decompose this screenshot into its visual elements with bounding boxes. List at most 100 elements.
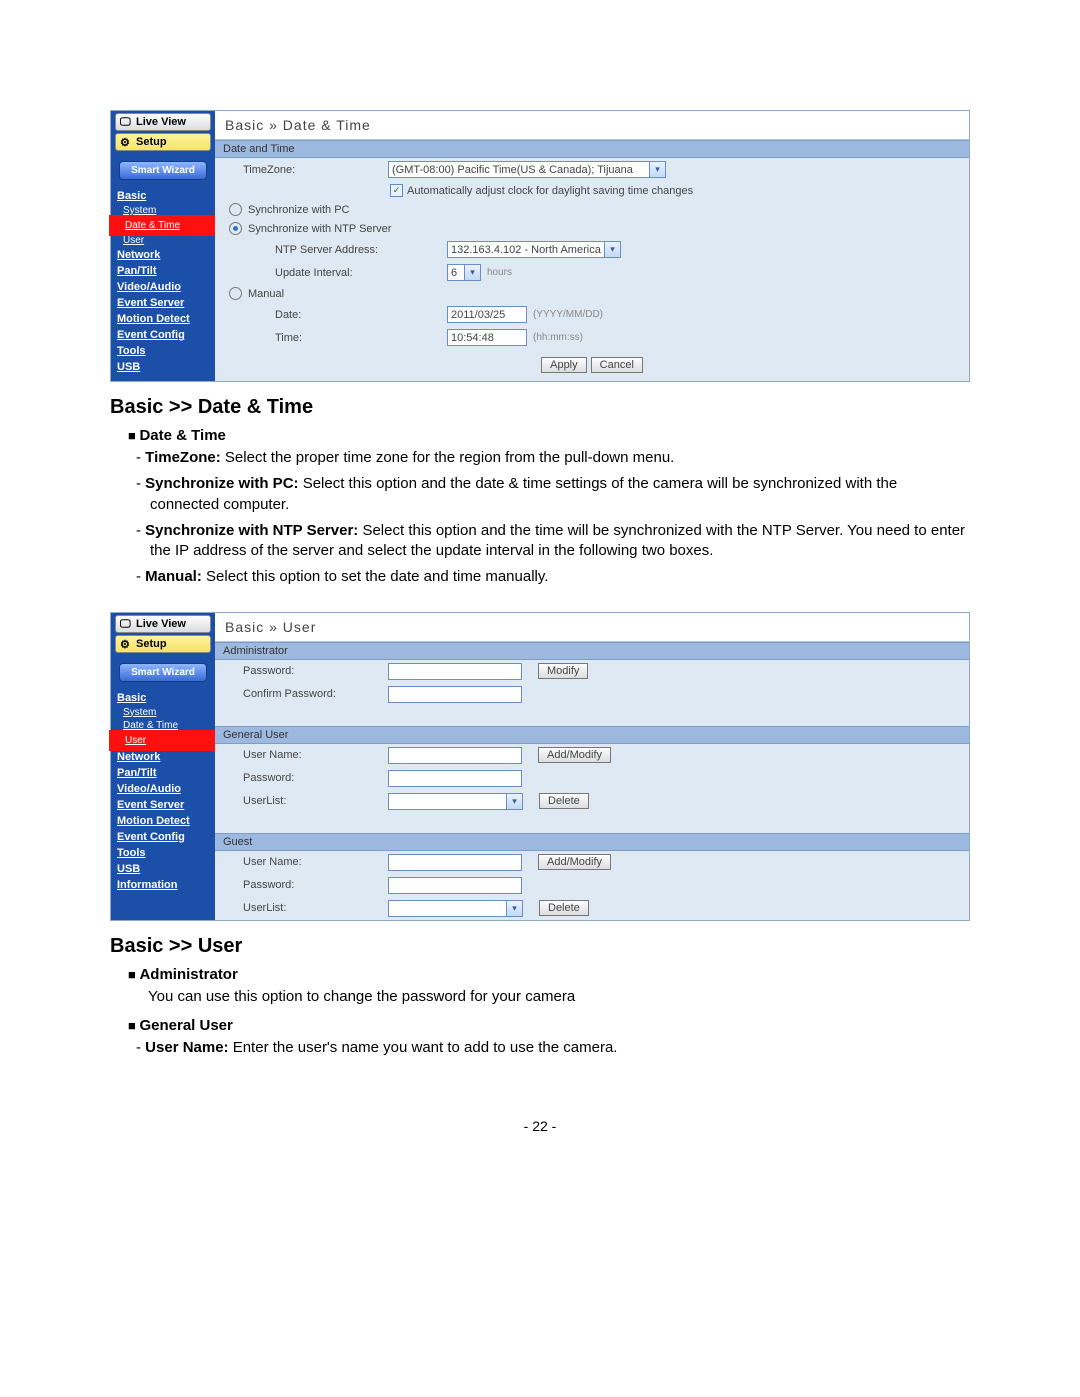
guest-password-input[interactable] xyxy=(388,877,522,894)
guest-add-modify-button[interactable]: Add/Modify xyxy=(538,854,611,870)
ntp-address-label: NTP Server Address: xyxy=(275,244,447,256)
gear-icon: ⚙ xyxy=(120,136,132,148)
ntp-address-select[interactable]: 132.163.4.102 - North America xyxy=(447,241,605,258)
chevron-down-icon[interactable]: ▾ xyxy=(506,900,523,917)
date-input[interactable]: 2011/03/25 xyxy=(447,306,527,323)
smart-wizard-button[interactable]: Smart Wizard xyxy=(119,663,207,682)
time-input[interactable]: 10:54:48 xyxy=(447,329,527,346)
nav-date-time[interactable]: Date & Time xyxy=(111,719,215,732)
manual-label: Manual xyxy=(248,288,284,300)
content-panel: Basic » Date & Time Date and Time TimeZo… xyxy=(215,111,969,381)
radio-sync-ntp[interactable] xyxy=(229,222,242,235)
section-guest: Guest xyxy=(215,833,969,851)
content-panel: Basic » User Administrator Password: Modi… xyxy=(215,613,969,920)
nav-usb[interactable]: USB xyxy=(111,359,215,375)
nav-usb[interactable]: USB xyxy=(111,861,215,877)
bullet-administrator: Administrator xyxy=(128,966,970,983)
nav-video-audio[interactable]: Video/Audio xyxy=(111,279,215,295)
list-item: Manual: Select this option to set the da… xyxy=(150,567,970,587)
userlist-label: UserList: xyxy=(243,795,388,807)
list-item: TimeZone: Select the proper time zone fo… xyxy=(150,448,970,468)
nav-network[interactable]: Network xyxy=(111,247,215,263)
list-item: Synchronize with PC: Select this option … xyxy=(150,474,970,515)
nav-user[interactable]: User xyxy=(111,732,215,749)
chevron-down-icon[interactable]: ▾ xyxy=(649,161,666,178)
doc-section-date-time: Basic >> Date & Time Date & Time TimeZon… xyxy=(110,396,970,588)
gear-icon: ⚙ xyxy=(120,638,132,650)
delete-button[interactable]: Delete xyxy=(539,793,589,809)
nav-pan-tilt[interactable]: Pan/Tilt xyxy=(111,263,215,279)
section-administrator: Administrator xyxy=(215,642,969,660)
setup-tab[interactable]: ⚙Setup xyxy=(115,133,211,151)
add-modify-button[interactable]: Add/Modify xyxy=(538,747,611,763)
nav-date-time[interactable]: Date & Time xyxy=(111,217,215,234)
nav-basic[interactable]: Basic xyxy=(111,690,215,706)
radio-sync-pc[interactable] xyxy=(229,203,242,216)
screen-icon: 🖵 xyxy=(120,618,132,630)
nav-motion-detect[interactable]: Motion Detect xyxy=(111,311,215,327)
nav-pan-tilt[interactable]: Pan/Tilt xyxy=(111,765,215,781)
button-row: Apply Cancel xyxy=(215,349,969,381)
nav-system[interactable]: System xyxy=(111,706,215,719)
sidebar: 🖵Live View ⚙Setup Smart Wizard Basic Sys… xyxy=(111,111,215,381)
username-input[interactable] xyxy=(388,747,522,764)
time-hint: (hh:mm:ss) xyxy=(533,332,583,343)
gu-userlist-select[interactable] xyxy=(388,793,507,810)
sidebar: 🖵Live View ⚙Setup Smart Wizard Basic Sys… xyxy=(111,613,215,920)
timezone-select[interactable]: (GMT-08:00) Pacific Time(US & Canada); T… xyxy=(388,161,650,178)
sync-pc-label: Synchronize with PC xyxy=(248,204,350,216)
nav-motion-detect[interactable]: Motion Detect xyxy=(111,813,215,829)
password-label: Password: xyxy=(243,772,388,784)
chevron-down-icon[interactable]: ▾ xyxy=(506,793,523,810)
doc-section-user: Basic >> User Administrator You can use … xyxy=(110,935,970,1059)
update-interval-select[interactable]: 6 xyxy=(447,264,465,281)
live-view-tab[interactable]: 🖵Live View xyxy=(115,113,211,131)
nav-event-config[interactable]: Event Config xyxy=(111,829,215,845)
apply-button[interactable]: Apply xyxy=(541,357,587,373)
section-date-time: Date and Time xyxy=(215,140,969,158)
guest-delete-button[interactable]: Delete xyxy=(539,900,589,916)
date-label: Date: xyxy=(275,309,447,321)
setup-tab[interactable]: ⚙Setup xyxy=(115,635,211,653)
smart-wizard-button[interactable]: Smart Wizard xyxy=(119,161,207,180)
guest-username-input[interactable] xyxy=(388,854,522,871)
nav-video-audio[interactable]: Video/Audio xyxy=(111,781,215,797)
username-label: User Name: xyxy=(243,749,388,761)
list-item: User Name: Enter the user's name you wan… xyxy=(150,1038,970,1058)
guest-userlist-select[interactable] xyxy=(388,900,507,917)
page-number: - 22 - xyxy=(110,1118,970,1134)
gu-password-input[interactable] xyxy=(388,770,522,787)
dst-checkbox[interactable]: ✓ xyxy=(390,184,403,197)
date-hint: (YYYY/MM/DD) xyxy=(533,309,603,320)
nav-tools[interactable]: Tools xyxy=(111,845,215,861)
password-input[interactable] xyxy=(388,663,522,680)
live-view-tab[interactable]: 🖵Live View xyxy=(115,615,211,633)
chevron-down-icon[interactable]: ▾ xyxy=(464,264,481,281)
screenshot-user: 🖵Live View ⚙Setup Smart Wizard Basic Sys… xyxy=(110,612,970,921)
breadcrumb: Basic » User xyxy=(215,613,969,642)
time-label: Time: xyxy=(275,332,447,344)
nav-user[interactable]: User xyxy=(111,234,215,247)
cancel-button[interactable]: Cancel xyxy=(591,357,643,373)
admin-text: You can use this option to change the pa… xyxy=(148,987,970,1007)
nav-basic[interactable]: Basic xyxy=(111,188,215,204)
section-general-user: General User xyxy=(215,726,969,744)
nav-event-server[interactable]: Event Server xyxy=(111,295,215,311)
confirm-password-label: Confirm Password: xyxy=(243,688,388,700)
radio-manual[interactable] xyxy=(229,287,242,300)
nav-event-config[interactable]: Event Config xyxy=(111,327,215,343)
guest-username-label: User Name: xyxy=(243,856,388,868)
breadcrumb: Basic » Date & Time xyxy=(215,111,969,140)
confirm-password-input[interactable] xyxy=(388,686,522,703)
bullet-general-user: General User xyxy=(128,1017,970,1034)
nav-information[interactable]: Information xyxy=(111,877,215,893)
nav-network[interactable]: Network xyxy=(111,749,215,765)
nav-tools[interactable]: Tools xyxy=(111,343,215,359)
modify-button[interactable]: Modify xyxy=(538,663,588,679)
list-item: Synchronize with NTP Server: Select this… xyxy=(150,521,970,562)
chevron-down-icon[interactable]: ▾ xyxy=(604,241,621,258)
nav-system[interactable]: System xyxy=(111,204,215,217)
dst-label: Automatically adjust clock for daylight … xyxy=(407,185,693,197)
heading-user: Basic >> User xyxy=(110,935,970,958)
nav-event-server[interactable]: Event Server xyxy=(111,797,215,813)
